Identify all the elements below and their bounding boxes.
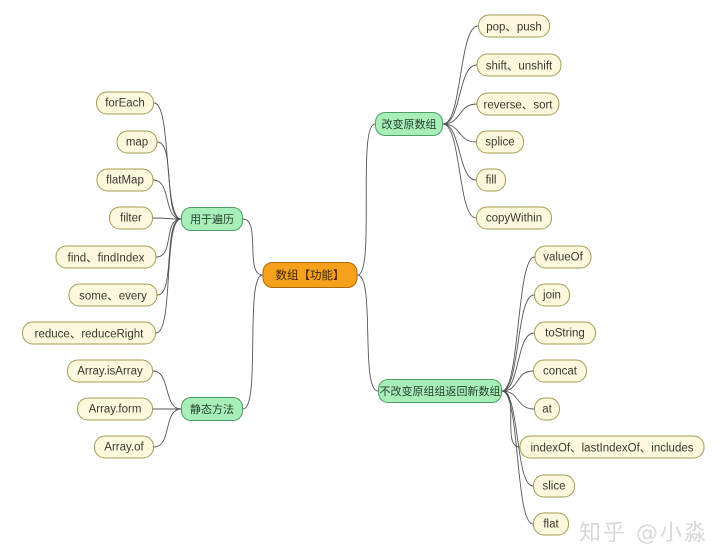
edge-root-to-traverse [242,218,263,276]
leaf-node-non-mutating-1-label: join [543,289,561,301]
branch-node-static[interactable]: 静态方法 [181,397,243,421]
edge-root-to-static [242,274,263,410]
edge-mutating-leaf-3 [442,123,477,143]
leaf-node-static-1[interactable]: Array.form [77,397,153,421]
branch-node-non-mutating-label: 不改变原组组返回新数组 [379,386,501,398]
leaf-node-non-mutating-5-label: indexOf、lastIndexOf、includes [530,442,694,454]
branch-node-non-mutating[interactable]: 不改变原组组返回新数组 [378,379,502,403]
edge-mutating-leaf-2 [442,103,477,125]
leaf-node-non-mutating-0[interactable]: valueOf [534,245,592,269]
leaf-node-static-1-label: Array.form [88,403,142,415]
edge-non-mutating-leaf-2 [501,332,535,392]
leaf-node-non-mutating-7[interactable]: flat [533,512,569,536]
edge-non-mutating-leaf-3 [501,370,534,392]
leaf-node-traverse-3-label: filter [120,212,142,224]
root-node-label: 数组【功能】 [275,270,345,282]
leaf-node-traverse-4[interactable]: find、findIndex [55,245,157,269]
leaf-node-non-mutating-2[interactable]: toString [534,321,596,345]
edge-mutating-leaf-1 [442,64,477,125]
leaf-node-static-0-label: Array.isArray [77,365,143,377]
edge-non-mutating-leaf-0 [501,256,535,392]
mindmap-connectors [152,25,535,525]
edge-mutating-leaf-5 [442,123,477,219]
leaf-node-traverse-6-label: reduce、reduceRight [34,328,144,340]
leaf-node-mutating-0-label: pop、push [486,21,542,33]
edge-static-leaf-2 [153,408,182,448]
leaf-node-non-mutating-2-label: toString [545,327,585,339]
branch-node-traverse[interactable]: 用于遍历 [181,207,243,231]
leaf-node-non-mutating-4-label: at [542,403,552,415]
edge-traverse-leaf-3 [152,217,182,220]
branch-node-static-label: 静态方法 [190,404,234,416]
leaf-node-traverse-0-label: forEach [105,97,145,109]
edge-mutating-leaf-0 [442,25,479,125]
leaf-node-mutating-2[interactable]: reverse、sort [476,92,560,116]
edge-root-to-non-mutating [357,274,379,392]
leaf-node-traverse-3[interactable]: filter [109,206,153,230]
leaf-node-traverse-0[interactable]: forEach [96,91,154,115]
leaf-node-mutating-4[interactable]: fill [476,168,506,192]
leaf-node-mutating-2-label: reverse、sort [483,99,553,111]
leaf-node-mutating-1-label: shift、unshift [485,60,553,72]
branch-node-traverse-label: 用于遍历 [190,214,234,226]
edge-traverse-leaf-4 [156,218,182,258]
edge-root-to-mutating [357,123,376,276]
leaf-node-mutating-5-label: copyWithin [485,212,543,224]
edge-traverse-leaf-5 [157,218,182,296]
leaf-node-non-mutating-6-label: slice [542,480,566,492]
leaf-node-non-mutating-4[interactable]: at [534,397,560,421]
leaf-node-traverse-5-label: some、every [79,290,147,302]
leaf-node-traverse-2-label: flatMap [106,174,144,186]
leaf-node-traverse-1-label: map [125,136,149,148]
leaf-node-mutating-1[interactable]: shift、unshift [476,53,562,77]
root-node[interactable]: 数组【功能】 [262,262,358,288]
leaf-node-mutating-0[interactable]: pop、push [478,14,550,38]
watermark: 知乎 @小淼 [579,521,708,546]
leaf-node-static-0[interactable]: Array.isArray [67,359,153,383]
leaf-node-non-mutating-3[interactable]: concat [533,359,587,383]
leaf-node-mutating-5[interactable]: copyWithin [476,206,552,230]
branch-node-mutating[interactable]: 改变原数组 [375,112,443,136]
edge-traverse-leaf-1 [157,141,182,220]
leaf-node-traverse-5[interactable]: some、every [68,283,158,307]
leaf-node-traverse-6[interactable]: reduce、reduceRight [22,321,156,345]
edge-traverse-leaf-0 [153,102,182,220]
edge-mutating-leaf-4 [442,123,477,181]
leaf-node-non-mutating-7-label: flat [543,518,559,530]
leaf-node-non-mutating-3-label: concat [543,365,577,377]
leaf-node-non-mutating-6[interactable]: slice [533,474,575,498]
edge-static-leaf-0 [152,370,182,410]
leaf-node-static-2-label: Array.of [104,441,144,453]
leaf-node-mutating-3[interactable]: splice [476,130,524,154]
edge-traverse-leaf-6 [155,218,182,334]
leaf-node-mutating-4-label: fill [485,174,497,186]
mindmap-canvas: 数组【功能】 用于遍历 forEach map flatMap filter find、fi… [0,0,720,555]
edge-traverse-leaf-2 [153,179,182,220]
edge-non-mutating-leaf-1 [501,294,535,392]
leaf-node-traverse-1[interactable]: map [116,130,158,154]
leaf-node-non-mutating-1[interactable]: join [534,283,570,307]
branch-node-mutating-label: 改变原数组 [381,119,437,131]
leaf-node-traverse-4-label: find、findIndex [67,252,145,264]
leaf-node-non-mutating-0-label: valueOf [543,251,583,263]
leaf-node-traverse-2[interactable]: flatMap [96,168,154,192]
leaf-node-mutating-3-label: splice [485,136,515,148]
leaf-node-static-2[interactable]: Array.of [94,435,154,459]
leaf-node-non-mutating-5[interactable]: indexOf、lastIndexOf、includes [519,435,705,459]
edge-non-mutating-leaf-4 [501,390,535,410]
edge-non-mutating-leaf-5 [501,390,520,448]
